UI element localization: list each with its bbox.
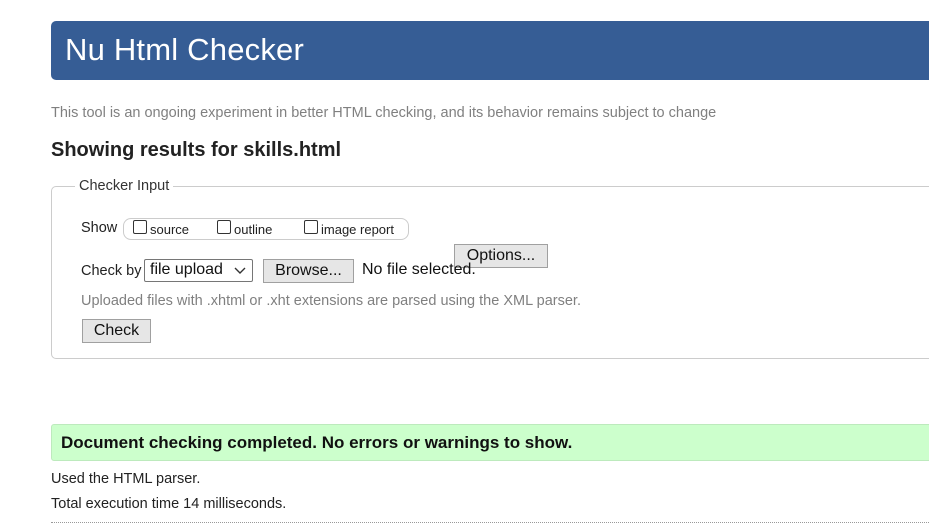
results-heading: Showing results for skills.html [51,139,342,161]
image-report-checkbox[interactable] [304,220,318,234]
source-checkbox-label[interactable]: source [150,222,189,237]
browse-button[interactable]: Browse... [263,259,354,283]
parser-hint: Uploaded files with .xhtml or .xht exten… [81,293,581,309]
check-by-select[interactable]: file upload [144,259,253,282]
chevron-down-icon [234,267,246,274]
show-options-group: source outline image report [123,218,409,240]
source-checkbox[interactable] [133,220,147,234]
check-by-label: Check by [81,263,142,279]
checker-input-fieldset: Checker Input Show source outline image … [51,178,929,359]
success-message: Document checking completed. No errors o… [61,433,573,452]
check-button[interactable]: Check [82,319,151,343]
execution-time: Total execution time 14 milliseconds. [51,496,287,512]
success-banner: Document checking completed. No errors o… [51,424,929,461]
intro-text: This tool is an ongoing experiment in be… [51,105,717,121]
outline-checkbox[interactable] [217,220,231,234]
divider [51,522,929,523]
page-header: Nu Html Checker [51,21,929,80]
check-by-selected-value[interactable]: file upload [150,261,223,279]
image-report-checkbox-label[interactable]: image report [321,222,394,237]
file-status: No file selected. [362,261,476,278]
parser-info: Used the HTML parser. [51,471,201,487]
checker-input-legend: Checker Input [75,178,174,194]
app-title: Nu Html Checker [65,32,304,67]
outline-checkbox-label[interactable]: outline [234,222,272,237]
show-label: Show [81,220,118,236]
